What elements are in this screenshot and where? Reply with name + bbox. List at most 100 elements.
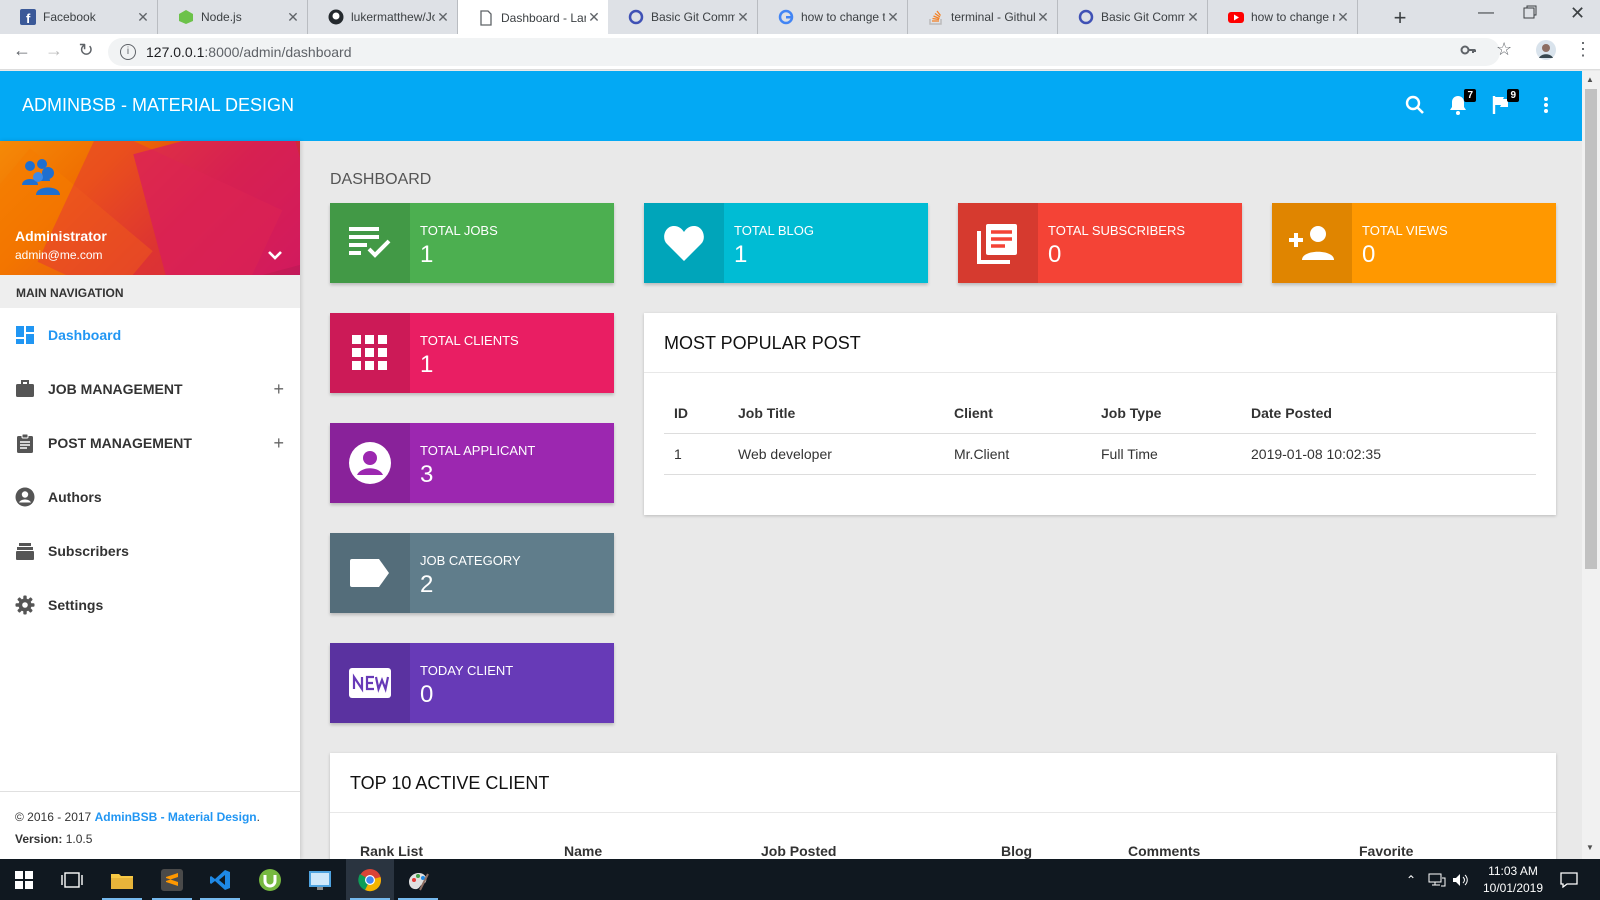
sidebar-item-settings[interactable]: Settings: [0, 578, 300, 632]
bookmark-star-icon[interactable]: ☆: [1496, 39, 1512, 60]
card-title: TOP 10 ACTIVE CLIENT: [330, 753, 1556, 813]
browser-tab[interactable]: how to change r ✕: [1208, 0, 1358, 34]
browser-tab[interactable]: f Facebook ✕: [0, 0, 158, 34]
circle-icon: [628, 9, 644, 25]
chrome-icon[interactable]: [346, 859, 394, 900]
stat-card-job-category[interactable]: JOB CATEGORY 2: [330, 533, 614, 613]
column-header[interactable]: Client: [944, 393, 1091, 434]
stat-value: 1: [420, 351, 434, 378]
table-cell: Web developer: [728, 433, 944, 475]
sidebar-item-job-management[interactable]: JOB MANAGEMENT +: [0, 362, 300, 416]
browser-tab[interactable]: how to change t ✕: [758, 0, 908, 34]
stat-card-total-views[interactable]: TOTAL VIEWS 0: [1272, 203, 1556, 283]
close-tab-icon[interactable]: ✕: [735, 9, 751, 26]
version-line: Version: 1.0.5: [15, 828, 285, 850]
stat-value: 0: [1362, 241, 1376, 268]
expand-plus-icon[interactable]: +: [273, 433, 284, 454]
paint-app-icon[interactable]: [394, 859, 442, 900]
flag-icon[interactable]: 9: [1489, 89, 1519, 117]
sidebar-item-subscribers[interactable]: Subscribers: [0, 524, 300, 578]
table-row[interactable]: 1 Web developer Mr.Client Full Time 2019…: [664, 433, 1536, 475]
user-email: admin@me.com: [15, 248, 103, 262]
close-tab-icon[interactable]: ✕: [885, 9, 901, 26]
close-tab-icon[interactable]: ✕: [135, 9, 151, 26]
stat-value: 3: [420, 461, 434, 488]
volume-icon[interactable]: [1452, 859, 1470, 900]
info-icon[interactable]: i: [120, 44, 136, 60]
sidebar-item-label: POST MANAGEMENT: [48, 435, 192, 451]
network-icon[interactable]: [1428, 859, 1446, 900]
utorrent-icon[interactable]: [246, 859, 294, 900]
sidebar-item-label: JOB MANAGEMENT: [48, 381, 183, 397]
minimize-icon[interactable]: —: [1478, 4, 1494, 22]
chevron-down-icon[interactable]: [266, 246, 284, 264]
brand-title[interactable]: ADMINBSB - MATERIAL DESIGN: [22, 95, 294, 116]
url-field[interactable]: i 127.0.0.1:8000/admin/dashboard: [108, 38, 1500, 66]
stat-card-total-subscribers[interactable]: TOTAL SUBSCRIBERS 0: [958, 203, 1242, 283]
footer-link[interactable]: AdminBSB - Material Design: [95, 810, 257, 824]
sidebar-item-label: Authors: [48, 489, 102, 505]
stat-card-total-jobs[interactable]: TOTAL JOBS 1: [330, 203, 614, 283]
stat-card-total-blog[interactable]: TOTAL BLOG 1: [644, 203, 928, 283]
taskbar-clock[interactable]: 11:03 AM 10/01/2019: [1478, 863, 1548, 897]
scrollbar-thumb[interactable]: [1585, 89, 1597, 569]
file-explorer-icon[interactable]: [98, 859, 146, 900]
sublime-text-icon[interactable]: [148, 859, 196, 900]
column-header[interactable]: Job Type: [1091, 393, 1241, 434]
sidebar-item-authors[interactable]: Authors: [0, 470, 300, 524]
close-tab-icon[interactable]: ✕: [285, 9, 301, 26]
browser-tab[interactable]: terminal - Githul ✕: [908, 0, 1058, 34]
windows-start-icon[interactable]: [0, 859, 48, 900]
notifications-bell-icon[interactable]: 7: [1446, 89, 1476, 117]
vscode-icon[interactable]: [196, 859, 244, 900]
sidebar-item-post-management[interactable]: POST MANAGEMENT +: [0, 416, 300, 470]
browser-tab[interactable]: Basic Git Comma ✕: [1058, 0, 1208, 34]
tab-title: Dashboard - Lar: [501, 10, 586, 25]
expand-plus-icon[interactable]: +: [273, 379, 284, 400]
close-window-icon[interactable]: ✕: [1570, 3, 1585, 24]
browser-tab[interactable]: Basic Git Comma ✕: [608, 0, 758, 34]
stat-card-total-clients[interactable]: TOTAL CLIENTS 1: [330, 313, 614, 393]
forward-icon[interactable]: →: [42, 40, 66, 61]
browser-tab-active[interactable]: Dashboard - Lar ✕: [458, 0, 608, 35]
close-tab-icon[interactable]: ✕: [435, 9, 451, 26]
page-scrollbar[interactable]: ▲ ▼: [1582, 71, 1600, 859]
stat-card-today-client[interactable]: TODAY CLIENT 0: [330, 643, 614, 723]
column-header[interactable]: Job Title: [728, 393, 944, 434]
close-tab-icon[interactable]: ✕: [1185, 9, 1201, 26]
task-view-icon[interactable]: [48, 859, 96, 900]
profile-avatar-icon[interactable]: [1536, 40, 1556, 65]
stat-card-total-applicant[interactable]: TOTAL APPLICANT 3: [330, 423, 614, 503]
close-tab-icon[interactable]: ✕: [1035, 9, 1051, 26]
scroll-down-arrow-icon[interactable]: ▼: [1586, 843, 1594, 852]
youtube-icon: [1228, 9, 1244, 25]
restore-icon[interactable]: [1523, 5, 1537, 24]
browser-menu-icon[interactable]: ⋮: [1574, 39, 1592, 60]
scroll-up-arrow-icon[interactable]: ▲: [1586, 75, 1594, 84]
column-header[interactable]: ID: [664, 393, 728, 434]
browser-tab[interactable]: lukermatthew/Jo ✕: [308, 0, 458, 34]
column-header[interactable]: Date Posted: [1241, 393, 1536, 434]
more-vert-icon[interactable]: [1534, 93, 1558, 117]
key-icon[interactable]: [1460, 42, 1476, 63]
close-tab-icon[interactable]: ✕: [1335, 9, 1351, 26]
person-add-icon: [1272, 203, 1352, 283]
sidebar-item-dashboard[interactable]: Dashboard: [0, 308, 300, 362]
user-name: Administrator: [15, 228, 107, 244]
stat-label: TOTAL SUBSCRIBERS: [1048, 223, 1186, 238]
action-center-icon[interactable]: [1560, 859, 1578, 900]
close-tab-icon[interactable]: ✕: [586, 9, 602, 26]
search-icon[interactable]: [1403, 93, 1427, 117]
stat-value: 1: [420, 241, 434, 268]
back-icon[interactable]: ←: [10, 40, 34, 61]
show-hidden-icons-icon[interactable]: ⌃: [1406, 859, 1416, 900]
tab-title: how to change t: [801, 10, 885, 24]
address-bar-row: ← → ↻ i 127.0.0.1:8000/admin/dashboard ☆…: [0, 34, 1600, 70]
reload-icon[interactable]: ↻: [74, 40, 98, 61]
apps-grid-icon: [330, 313, 410, 393]
control-panel-icon[interactable]: [296, 859, 344, 900]
nodejs-icon: [178, 9, 194, 25]
new-tab-icon[interactable]: +: [1388, 5, 1412, 31]
browser-tab[interactable]: Node.js ✕: [158, 0, 308, 34]
gear-icon: [14, 594, 36, 616]
